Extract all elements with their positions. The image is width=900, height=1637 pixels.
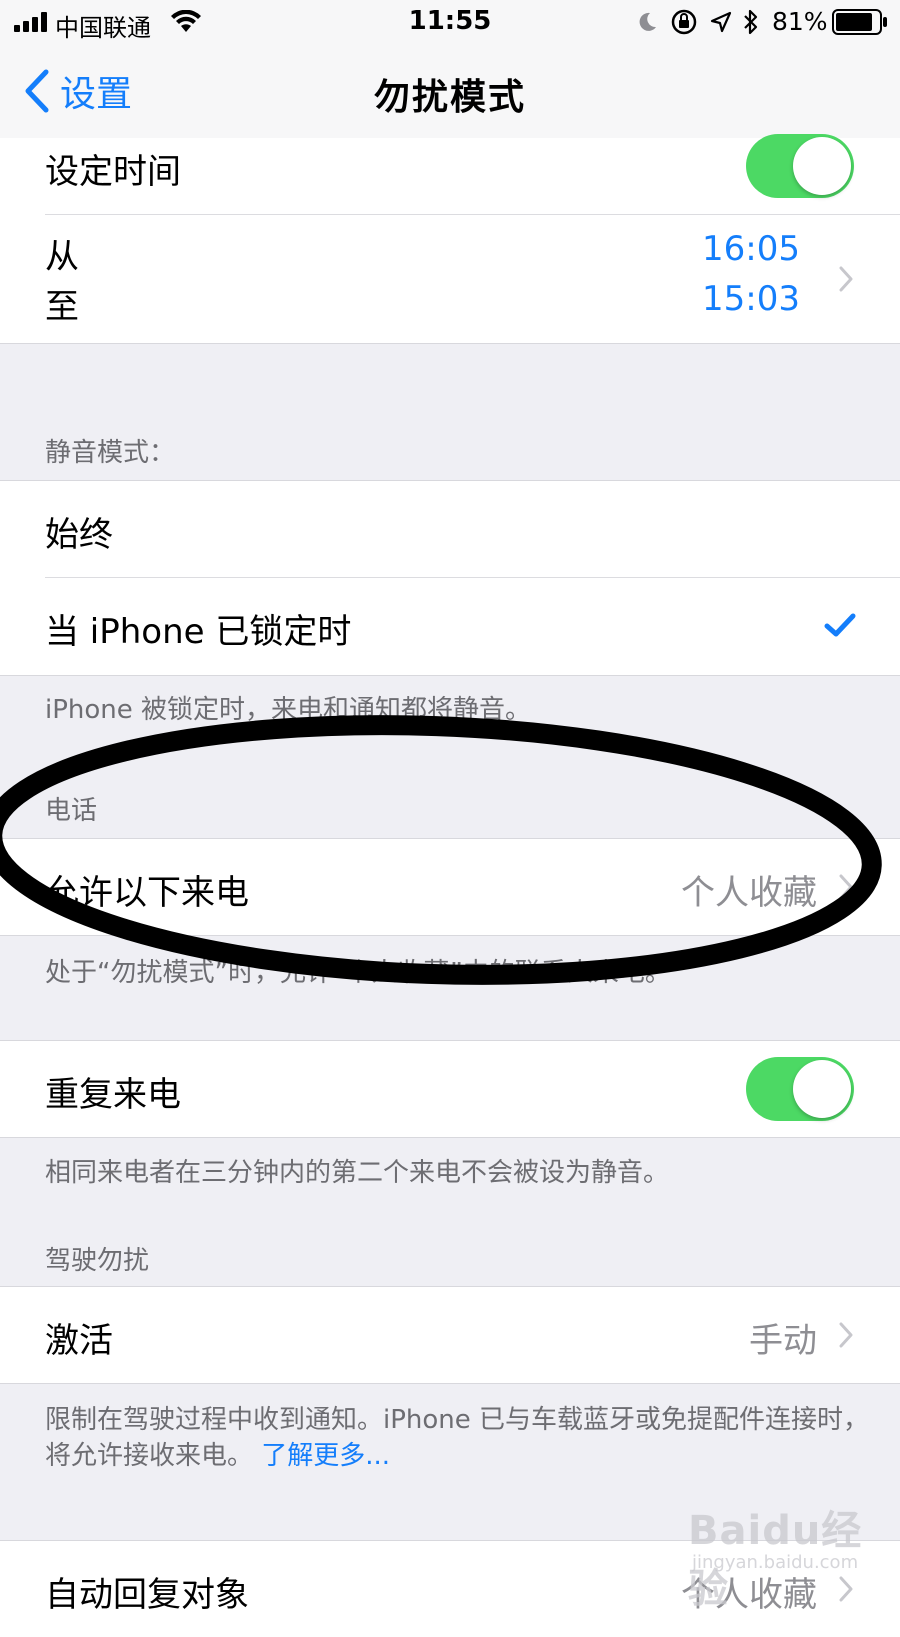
schedule-group: 设定时间 从 至 16:05 15:03 [0, 134, 900, 344]
driving-header: 驾驶勿扰 [45, 1246, 150, 1276]
to-time: 15:03 [702, 279, 800, 319]
repeat-calls-row: 重复来电 [0, 1041, 900, 1137]
repeat-calls-group: 重复来电 [0, 1040, 900, 1138]
status-time: 11:55 [408, 6, 492, 36]
auto-reply-label: 自动回复对象 [45, 1575, 249, 1615]
from-time: 16:05 [702, 229, 800, 269]
always-label: 始终 [45, 515, 113, 555]
rotation-lock-icon [671, 9, 697, 35]
activate-value: 手动 [749, 1321, 817, 1361]
driving-note-text: 限制在驾驶过程中收到通知。iPhone 已与车载蓝牙或免提配件连接时，将允许接收… [45, 1405, 870, 1471]
repeat-calls-note: 相同来电者在三分钟内的第二个来电不会被设为静音。 [45, 1158, 670, 1188]
driving-activate-row[interactable]: 激活 手动 [0, 1287, 900, 1383]
checkmark-icon [824, 613, 856, 637]
chevron-right-icon [839, 1322, 853, 1348]
annotation-ellipse [0, 715, 882, 985]
locked-label: 当 iPhone 已锁定时 [45, 612, 352, 652]
driving-group: 激活 手动 [0, 1286, 900, 1384]
scheduled-row: 设定时间 [0, 134, 900, 213]
learn-more-link[interactable]: 了解更多... [261, 1441, 390, 1471]
silence-always-row[interactable]: 始终 [0, 481, 900, 577]
page-title: 勿扰模式 [373, 77, 526, 118]
chevron-right-icon [839, 266, 853, 292]
watermark-url: jingyan.baidu.com [692, 1552, 859, 1573]
schedule-time-row[interactable]: 从 至 16:05 15:03 [0, 215, 900, 343]
from-label: 从 [45, 237, 79, 277]
scheduled-label: 设定时间 [45, 152, 181, 192]
silence-group: 始终 当 iPhone 已锁定时 [0, 480, 900, 676]
silence-header: 静音模式： [45, 438, 176, 468]
battery-percent: 81% [772, 7, 828, 36]
scheduled-toggle[interactable] [746, 134, 854, 198]
driving-note: 限制在驾驶过程中收到通知。iPhone 已与车载蓝牙或免提配件连接时，将允许接收… [45, 1402, 875, 1474]
to-label: 至 [45, 287, 79, 327]
silence-locked-row[interactable]: 当 iPhone 已锁定时 [0, 578, 900, 674]
repeat-calls-toggle[interactable] [746, 1057, 854, 1121]
repeat-calls-label: 重复来电 [45, 1075, 181, 1115]
battery-icon [832, 9, 887, 35]
activate-label: 激活 [45, 1321, 113, 1361]
navigation-bar: 中国联通 11:55 81% 设置 勿扰模式 [0, 0, 900, 139]
location-icon [710, 11, 732, 33]
moon-icon [639, 12, 656, 31]
bluetooth-icon [744, 9, 758, 35]
